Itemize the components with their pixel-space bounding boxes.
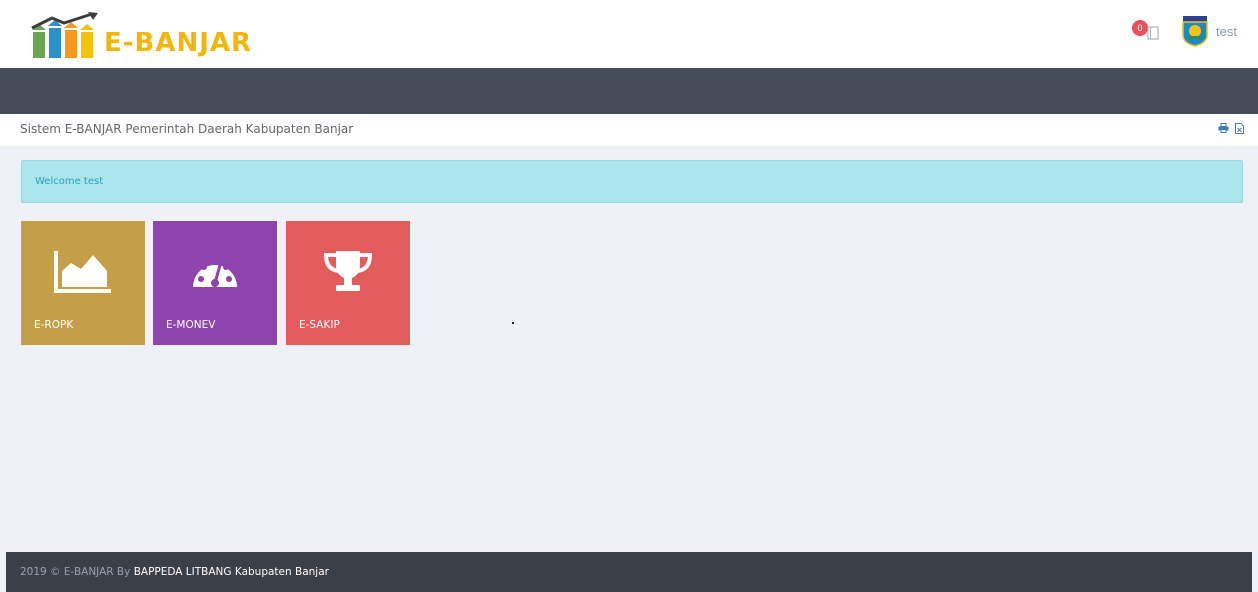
tile-label: E-SAKIP: [299, 319, 340, 331]
tile-e-monev[interactable]: E-MONEV: [153, 221, 277, 345]
tile-label: E-ROPK: [34, 319, 74, 331]
page-footer: 2019 © E-BANJAR By BAPPEDA LITBANG Kabup…: [6, 552, 1252, 592]
page-actions: [1218, 123, 1244, 134]
top-header: E-BANJAR 0 test: [0, 0, 1258, 68]
welcome-alert: Welcome test: [21, 160, 1243, 203]
logo-bars-icon: [31, 12, 98, 58]
app-logo[interactable]: E-BANJAR: [30, 10, 252, 60]
trophy-icon: [323, 251, 373, 291]
user-avatar: [1182, 16, 1208, 47]
page-title: Sistem E-BANJAR Pemerintah Daerah Kabupa…: [20, 122, 354, 136]
notification-toggle[interactable]: 0: [1132, 20, 1162, 44]
book-icon: [1147, 26, 1159, 40]
main-navbar: [0, 68, 1258, 114]
main-content: [6, 146, 1252, 552]
notification-badge: 0: [1132, 20, 1148, 36]
footer-link[interactable]: BAPPEDA LITBANG Kabupaten Banjar: [134, 566, 329, 578]
username: test: [1216, 23, 1237, 39]
dashboard-icon: [193, 258, 237, 287]
tile-e-ropk[interactable]: E-ROPK: [21, 221, 145, 345]
tile-e-sakip[interactable]: E-SAKIP: [286, 221, 410, 345]
export-file-icon[interactable]: [1235, 123, 1244, 134]
welcome-text: Welcome test: [35, 176, 104, 187]
logo-text: E-BANJAR: [104, 28, 253, 58]
footer-copyright: 2019 © E-BANJAR By: [20, 566, 131, 578]
user-menu[interactable]: test: [1180, 14, 1237, 48]
cursor-dot: [512, 322, 514, 324]
footer-text: 2019 © E-BANJAR By BAPPEDA LITBANG Kabup…: [20, 566, 329, 578]
page-bar: Sistem E-BANJAR Pemerintah Daerah Kabupa…: [0, 114, 1258, 146]
area-chart-icon: [54, 251, 111, 293]
print-icon[interactable]: [1218, 123, 1229, 133]
tile-label: E-MONEV: [166, 319, 216, 331]
